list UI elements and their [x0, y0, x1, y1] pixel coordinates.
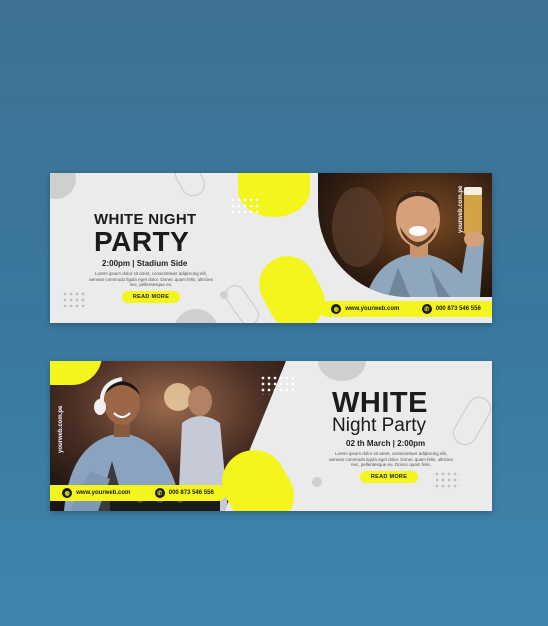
- contact-bar: ◍ www.yourweb.com ✆ 000 873 546 556: [320, 301, 492, 317]
- event-subtitle: 2:00pm | Stadium Side: [102, 259, 188, 268]
- dots-pattern: [260, 375, 294, 395]
- body-text: Lorem ipsum dolor sit amet, consectetuer…: [89, 271, 213, 287]
- side-url-text[interactable]: yourweb.com.pe: [58, 406, 64, 453]
- banner-bottom: yourweb.com.pe ◍ www.yourweb.com ✆ 000 8…: [50, 361, 492, 511]
- photo-illustration: [318, 173, 492, 297]
- headline-line-2: Night Party: [332, 415, 426, 436]
- side-url-text[interactable]: yourweb.com.pe: [458, 186, 464, 233]
- headline-line-2: PARTY: [94, 226, 190, 257]
- read-more-button[interactable]: READ MORE: [360, 471, 418, 483]
- read-more-button[interactable]: READ MORE: [122, 291, 180, 303]
- small-circle-shape: [312, 477, 322, 487]
- phone-text: 000 873 546 556: [435, 306, 481, 312]
- gray-half-circle-shape: [318, 361, 366, 381]
- dots-pattern: [230, 197, 260, 215]
- website-contact[interactable]: ◍ www.yourweb.com: [331, 304, 399, 314]
- globe-icon: ◍: [62, 488, 73, 498]
- small-circle-shape: [220, 291, 228, 299]
- party-photo-man-with-drink: [318, 173, 492, 297]
- outline-pill-shape: [170, 173, 210, 201]
- event-subtitle: 02 th March | 2:00pm: [346, 439, 426, 448]
- dots-pattern: [62, 291, 86, 307]
- banner-top: WHITE NIGHT PARTY 2:00pm | Stadium Side …: [50, 173, 492, 323]
- website-text: www.yourweb.com: [345, 306, 400, 312]
- outline-pill-shape: [448, 392, 492, 450]
- website-text: www.yourweb.com: [76, 490, 131, 496]
- outline-pill-shape: [221, 281, 263, 323]
- phone-contact[interactable]: ✆ 000 873 546 556: [421, 304, 481, 314]
- website-contact[interactable]: ◍ www.yourweb.com: [62, 488, 130, 498]
- dots-pattern: [434, 471, 460, 491]
- gray-circle-shape: [50, 173, 76, 199]
- phone-icon: ✆: [154, 488, 165, 498]
- phone-contact[interactable]: ✆ 000 873 546 556: [154, 488, 214, 498]
- body-text: Lorem ipsum dolor sit amet, consectetuer…: [329, 451, 453, 467]
- gray-half-circle-shape: [174, 309, 218, 323]
- contact-bar: ◍ www.yourweb.com ✆ 000 873 546 556: [50, 485, 226, 501]
- globe-icon: ◍: [331, 304, 342, 314]
- phone-icon: ✆: [421, 304, 432, 314]
- phone-text: 000 873 546 556: [168, 490, 214, 496]
